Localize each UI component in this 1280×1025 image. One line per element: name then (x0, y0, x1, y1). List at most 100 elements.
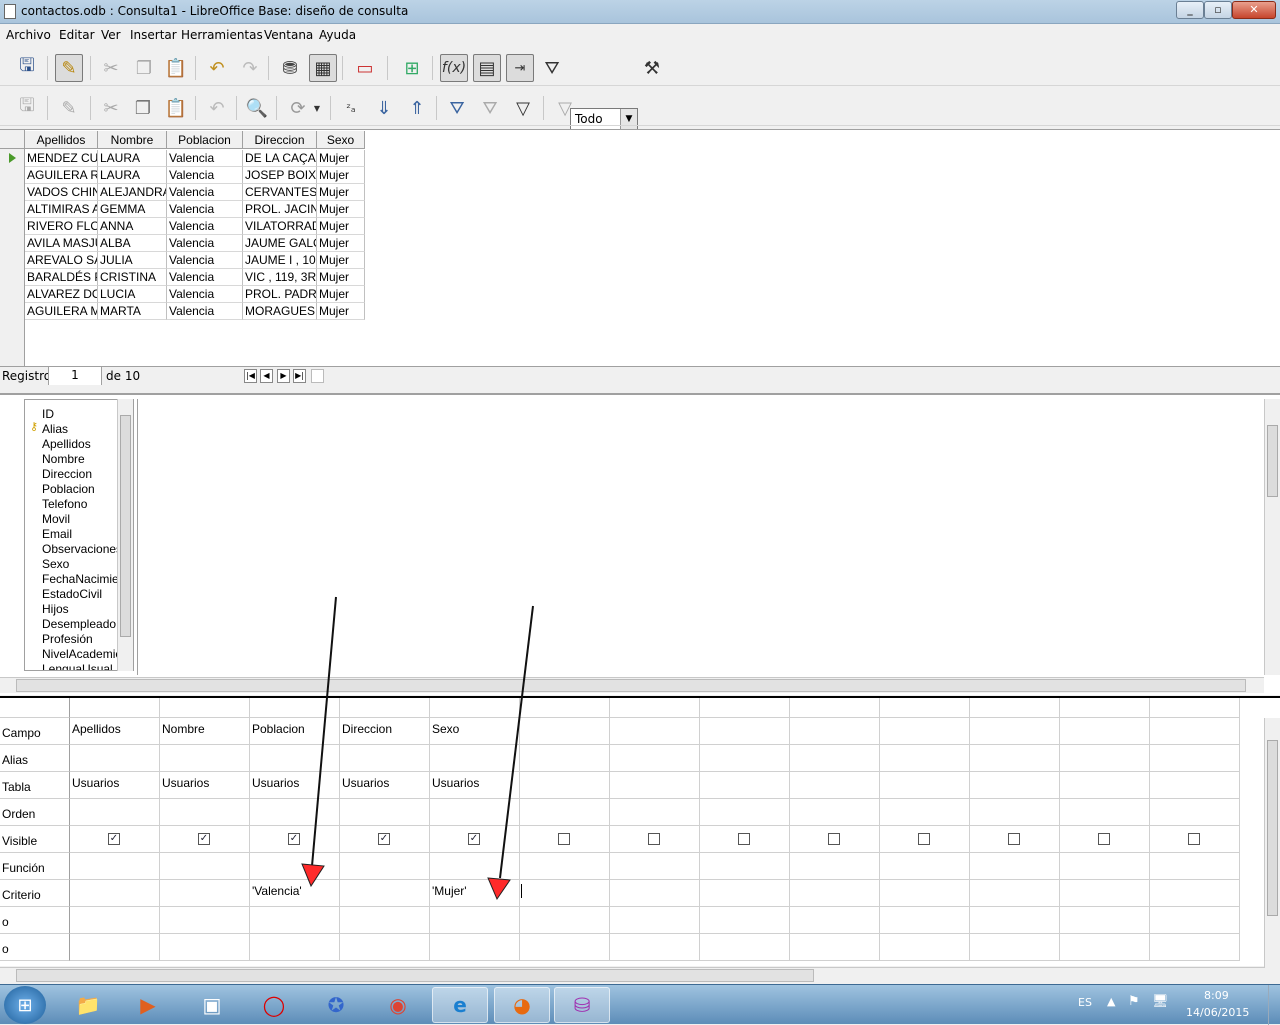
result-cell[interactable]: Mujer (317, 201, 365, 218)
grid-cell[interactable] (700, 934, 790, 961)
show-hidden-icon[interactable]: ▲ (1107, 995, 1115, 1008)
grid-cell[interactable] (700, 853, 790, 880)
paste-icon[interactable]: 📋 (162, 94, 190, 122)
tabla-cell[interactable]: Usuarios (250, 772, 340, 799)
grid-column-header[interactable] (610, 698, 700, 718)
grid-cell[interactable] (340, 745, 430, 772)
visible-cell[interactable] (700, 826, 790, 853)
visible-cell[interactable] (520, 826, 610, 853)
table-field-item[interactable]: Email (42, 527, 72, 542)
grid-horizontal-scrollbar[interactable] (0, 967, 1264, 983)
previous-record-icon[interactable]: ◀ (260, 369, 273, 383)
save-record-icon[interactable]: 🖫 (13, 94, 41, 122)
grid-cell[interactable] (880, 799, 970, 826)
grid-cell[interactable] (790, 745, 880, 772)
apply-filter-icon[interactable]: ⛛ (476, 94, 504, 122)
grid-cell[interactable] (430, 907, 520, 934)
scroll-thumb[interactable] (16, 679, 1246, 692)
menu-insertar[interactable]: Insertar (130, 28, 177, 42)
alias-icon[interactable]: ⇥ (506, 54, 534, 82)
table-field-item[interactable]: Sexo (42, 557, 69, 572)
next-record-icon[interactable]: ▶ (277, 369, 290, 383)
design-vertical-scrollbar[interactable] (1264, 399, 1280, 675)
standard-filter-icon[interactable]: ▽ (509, 94, 537, 122)
clear-query-icon[interactable]: ▭ (351, 54, 379, 82)
paste-icon[interactable]: 📋 (162, 54, 190, 82)
grid-cell[interactable] (250, 934, 340, 961)
chrome-icon[interactable]: ◉ (370, 987, 426, 1023)
result-cell[interactable]: Valencia (167, 201, 243, 218)
grid-cell[interactable] (610, 799, 700, 826)
menu-herramientas[interactable]: Herramientas (181, 28, 263, 42)
grid-cell[interactable] (700, 799, 790, 826)
grid-column-header[interactable] (340, 698, 430, 718)
grid-cell[interactable] (250, 799, 340, 826)
opera-icon[interactable]: ◯ (246, 987, 302, 1023)
column-header-sexo[interactable]: Sexo (317, 131, 365, 149)
result-cell[interactable]: Mujer (317, 286, 365, 303)
column-header-apellidos[interactable]: Apellidos (25, 131, 98, 149)
first-record-icon[interactable]: |◀ (244, 369, 257, 383)
criterio-cell[interactable] (970, 880, 1060, 907)
grid-cell[interactable] (520, 745, 610, 772)
campo-cell[interactable] (610, 718, 700, 745)
copy-icon[interactable]: ❐ (129, 94, 157, 122)
safari-icon[interactable]: ✪ (308, 987, 364, 1023)
result-cell[interactable]: GEMMA (98, 201, 167, 218)
table-field-item[interactable]: Movil (42, 512, 70, 527)
grid-cell[interactable] (970, 934, 1060, 961)
visible-cell[interactable] (970, 826, 1060, 853)
grid-cell[interactable] (1150, 934, 1240, 961)
grid-column-header[interactable] (1060, 698, 1150, 718)
action-center-icon[interactable]: ⚑ (1128, 994, 1140, 1009)
visible-checkbox[interactable] (828, 833, 840, 845)
cut-icon[interactable]: ✂ (97, 54, 125, 82)
table-field-item[interactable]: Profesión (42, 632, 93, 647)
visible-cell[interactable] (880, 826, 970, 853)
grid-cell[interactable] (880, 745, 970, 772)
grid-column-header[interactable] (160, 698, 250, 718)
scroll-thumb[interactable] (1267, 740, 1278, 916)
redo-icon[interactable]: ↷ (236, 54, 264, 82)
grid-cell[interactable] (70, 799, 160, 826)
grid-cell[interactable] (70, 745, 160, 772)
refresh-icon[interactable]: ⟳ (284, 94, 312, 122)
result-cell[interactable]: ALEJANDRA (98, 184, 167, 201)
grid-cell[interactable] (160, 745, 250, 772)
clock-time[interactable]: 8:09 (1204, 989, 1229, 1002)
criterio-cell[interactable] (700, 880, 790, 907)
grid-column-header[interactable] (880, 698, 970, 718)
result-cell[interactable]: ANNA (98, 218, 167, 235)
grid-cell[interactable] (880, 853, 970, 880)
result-cell[interactable]: Valencia (167, 218, 243, 235)
grid-cell[interactable] (520, 934, 610, 961)
tabla-cell[interactable]: Usuarios (430, 772, 520, 799)
criterio-cell[interactable] (160, 880, 250, 907)
campo-cell[interactable]: Sexo (430, 718, 520, 745)
table-field-item[interactable]: * (42, 400, 47, 407)
visible-checkbox[interactable] (1008, 833, 1020, 845)
result-cell[interactable]: LAURA (98, 150, 167, 167)
result-cell[interactable]: VIC , 119, 3R., (243, 269, 317, 286)
grid-cell[interactable] (70, 934, 160, 961)
grid-cell[interactable] (970, 853, 1060, 880)
autofilter-icon[interactable]: ⛛ (443, 94, 471, 122)
scroll-thumb[interactable] (16, 969, 814, 982)
table-field-item[interactable]: LenguaUsual (42, 662, 113, 670)
grid-cell[interactable] (160, 934, 250, 961)
visible-checkbox[interactable] (918, 833, 930, 845)
copy-icon[interactable]: ❐ (130, 54, 158, 82)
result-cell[interactable]: CERVANTES , (243, 184, 317, 201)
show-desktop-button[interactable] (1268, 985, 1280, 1025)
result-cell[interactable]: MARTA (98, 303, 167, 320)
visible-cell[interactable] (1060, 826, 1150, 853)
grid-column-header[interactable] (700, 698, 790, 718)
find-record-icon[interactable]: 🔍 (243, 94, 271, 122)
grid-cell[interactable] (70, 907, 160, 934)
grid-cell[interactable] (520, 853, 610, 880)
menu-ver[interactable]: Ver (101, 28, 121, 42)
campo-cell[interactable] (520, 718, 610, 745)
last-record-icon[interactable]: ▶| (293, 369, 306, 383)
grid-column-header[interactable] (520, 698, 610, 718)
result-cell[interactable]: PROL. JACINT (243, 201, 317, 218)
